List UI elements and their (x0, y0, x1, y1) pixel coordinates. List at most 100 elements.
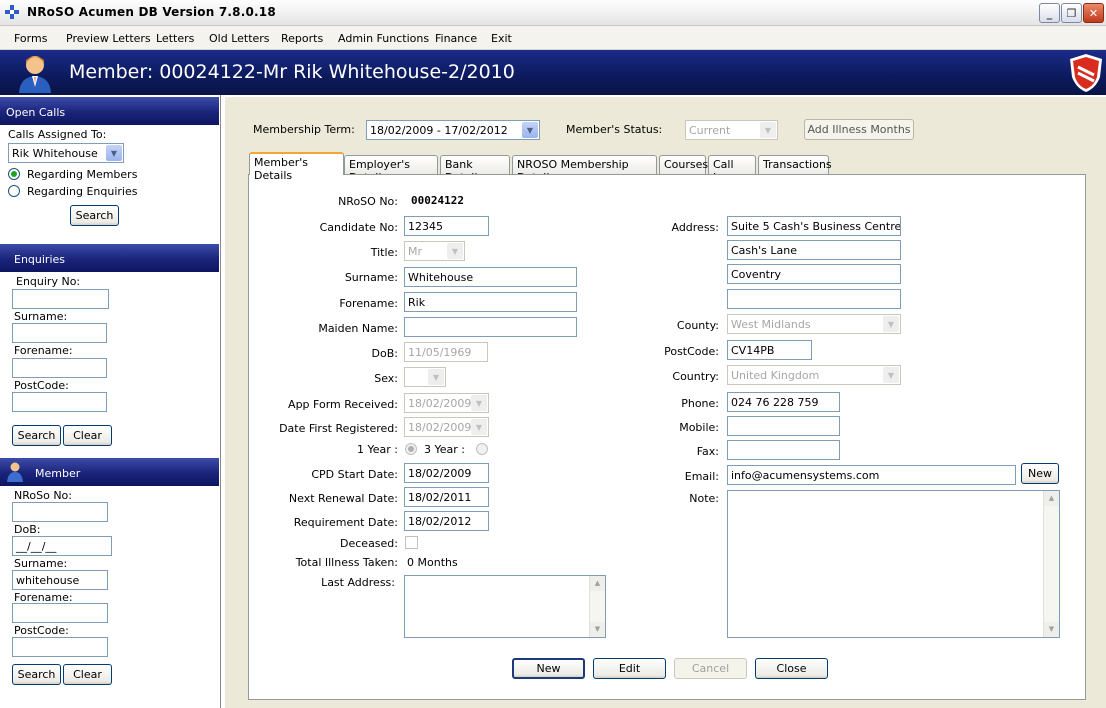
tab-courses[interactable]: Courses (659, 155, 708, 174)
regarding-members-radio[interactable] (8, 168, 20, 180)
enquiry-postcode-input[interactable] (12, 392, 107, 412)
regarding-enquiries-radio[interactable] (8, 185, 20, 197)
title-select[interactable]: Mr ▼ (404, 241, 465, 261)
forename-input[interactable]: Rik (404, 292, 577, 312)
menu-admin-functions[interactable]: Admin Functions (338, 32, 429, 45)
menu-letters[interactable]: Letters (156, 32, 194, 45)
tab-employers-details[interactable]: Employer's Details (344, 155, 438, 184)
enquiry-surname-input[interactable] (12, 323, 107, 343)
requirement-date-label: Requirement Date: (293, 516, 398, 529)
tab-bank-details[interactable]: Bank Details (440, 155, 510, 184)
tab-transactions[interactable]: Transactions (758, 155, 832, 174)
candidate-no-input[interactable]: 12345 (404, 216, 489, 236)
next-renewal-date-label: Next Renewal Date: (288, 492, 398, 505)
forename-label: Forename: (339, 297, 398, 310)
menu-forms[interactable]: Forms (14, 32, 47, 45)
country-label: Country: (672, 370, 719, 383)
country-select[interactable]: United Kingdom ▼ (727, 365, 901, 385)
member-postcode-input[interactable] (12, 637, 108, 657)
member-search-button[interactable]: Search (12, 664, 61, 685)
title-label: Title: (370, 246, 398, 259)
date-first-registered-label: Date First Registered: (279, 422, 398, 435)
member-clear-button[interactable]: Clear (63, 664, 112, 685)
note-textarea[interactable]: ▲ ▼ (727, 490, 1060, 638)
email-input[interactable]: info@acumensystems.com (727, 465, 1016, 485)
app-form-received-select[interactable]: 18/02/2009 ▼ (404, 393, 489, 413)
one-year-radio[interactable] (405, 443, 417, 455)
total-illness-label: Total Illness Taken: (295, 556, 398, 569)
scroll-down-icon[interactable]: ▼ (590, 622, 605, 637)
enquiry-forename-input[interactable] (12, 358, 107, 378)
maximize-button[interactable]: ❐ (1061, 3, 1082, 23)
cpd-start-date-label: CPD Start Date: (311, 468, 398, 481)
scroll-down-icon[interactable]: ▼ (1044, 622, 1059, 637)
enquiries-search-button[interactable]: Search (12, 425, 61, 446)
member-status-select[interactable]: Current ▼ (685, 120, 778, 140)
calls-assigned-select[interactable]: Rik Whitehouse ▼ (8, 143, 124, 163)
cpd-start-date-input[interactable]: 18/02/2009 (404, 463, 489, 483)
address-line-1-input[interactable]: Suite 5 Cash's Business Centre (727, 216, 901, 236)
cancel-button[interactable]: Cancel (674, 658, 747, 679)
three-year-radio[interactable] (476, 443, 488, 455)
tab-call-log[interactable]: Call Log (708, 155, 756, 184)
close-button[interactable]: Close (755, 658, 828, 679)
sex-select[interactable]: ▼ (404, 367, 446, 387)
member-nroso-input[interactable] (12, 502, 108, 522)
surname-input[interactable]: Whitehouse (404, 267, 577, 287)
member-surname-input[interactable]: whitehouse (12, 570, 108, 590)
mobile-input[interactable] (727, 416, 840, 436)
calls-assigned-label: Calls Assigned To: (8, 128, 107, 141)
enquiry-no-input[interactable] (12, 289, 109, 309)
member-dob-input[interactable]: __/__/__ (12, 536, 112, 556)
deceased-checkbox[interactable] (405, 536, 418, 549)
last-address-scrollbar[interactable]: ▲ ▼ (589, 576, 605, 637)
requirement-date-input[interactable]: 18/02/2012 (404, 511, 489, 531)
phone-input[interactable]: 024 76 228 759 (727, 392, 840, 412)
enquiry-postcode-label: PostCode: (14, 379, 69, 392)
menu-finance[interactable]: Finance (435, 32, 477, 45)
minimize-button[interactable]: _ (1039, 3, 1060, 23)
last-address-label: Last Address: (321, 576, 395, 589)
next-renewal-date-input[interactable]: 18/02/2011 (404, 487, 489, 507)
new-button[interactable]: New (512, 658, 585, 679)
fax-input[interactable] (727, 440, 840, 460)
nroso-no-label: NRoSO No: (338, 195, 398, 208)
scroll-up-icon[interactable]: ▲ (1044, 491, 1059, 506)
address-line-4-input[interactable] (727, 289, 901, 309)
tab-members-details[interactable]: Member's Details (249, 152, 344, 182)
chevron-down-icon: ▼ (883, 367, 899, 383)
member-forename-input[interactable] (12, 603, 108, 623)
maiden-name-input[interactable] (404, 317, 577, 337)
app-icon (5, 5, 19, 19)
app-form-received-value: 18/02/2009 (408, 397, 472, 410)
postcode-input[interactable]: CV14PB (727, 340, 812, 360)
regarding-members-label: Regarding Members (27, 168, 138, 181)
date-first-registered-select[interactable]: 18/02/2009 ▼ (404, 417, 489, 437)
menu-exit[interactable]: Exit (491, 32, 512, 45)
app-form-received-label: App Form Received: (288, 398, 398, 411)
address-line-3-input[interactable]: Coventry (727, 264, 901, 284)
close-window-button[interactable]: ✕ (1083, 3, 1104, 23)
window-title: NRoSO Acumen DB Version 7.8.0.18 (27, 5, 276, 19)
add-illness-months-button[interactable]: Add Illness Months (804, 119, 914, 140)
last-address-textarea[interactable]: ▲ ▼ (404, 575, 606, 638)
enquiries-clear-button[interactable]: Clear (63, 425, 112, 446)
chevron-down-icon: ▼ (522, 122, 538, 138)
member-header: Member: 00024122-Mr Rik Whitehouse-2/201… (0, 50, 1106, 95)
mobile-label: Mobile: (679, 421, 719, 434)
open-calls-search-button[interactable]: Search (70, 205, 119, 226)
tab-nroso-membership-details[interactable]: NROSO Membership Details (512, 155, 657, 184)
page-title: Member: 00024122-Mr Rik Whitehouse-2/201… (69, 61, 515, 83)
menu-reports[interactable]: Reports (281, 32, 323, 45)
email-new-button[interactable]: New (1021, 463, 1059, 484)
address-line-2-input[interactable]: Cash's Lane (727, 240, 901, 260)
scroll-up-icon[interactable]: ▲ (590, 576, 605, 591)
membership-term-select[interactable]: 18/02/2009 - 17/02/2012 ▼ (366, 120, 540, 140)
menu-preview-letters[interactable]: Preview Letters (66, 32, 151, 45)
county-select[interactable]: West Midlands ▼ (727, 314, 901, 334)
chevron-down-icon: ▼ (760, 122, 776, 138)
note-scrollbar[interactable]: ▲ ▼ (1043, 491, 1059, 637)
dob-input[interactable]: 11/05/1969 (404, 342, 488, 362)
edit-button[interactable]: Edit (593, 658, 666, 679)
menu-old-letters[interactable]: Old Letters (209, 32, 270, 45)
